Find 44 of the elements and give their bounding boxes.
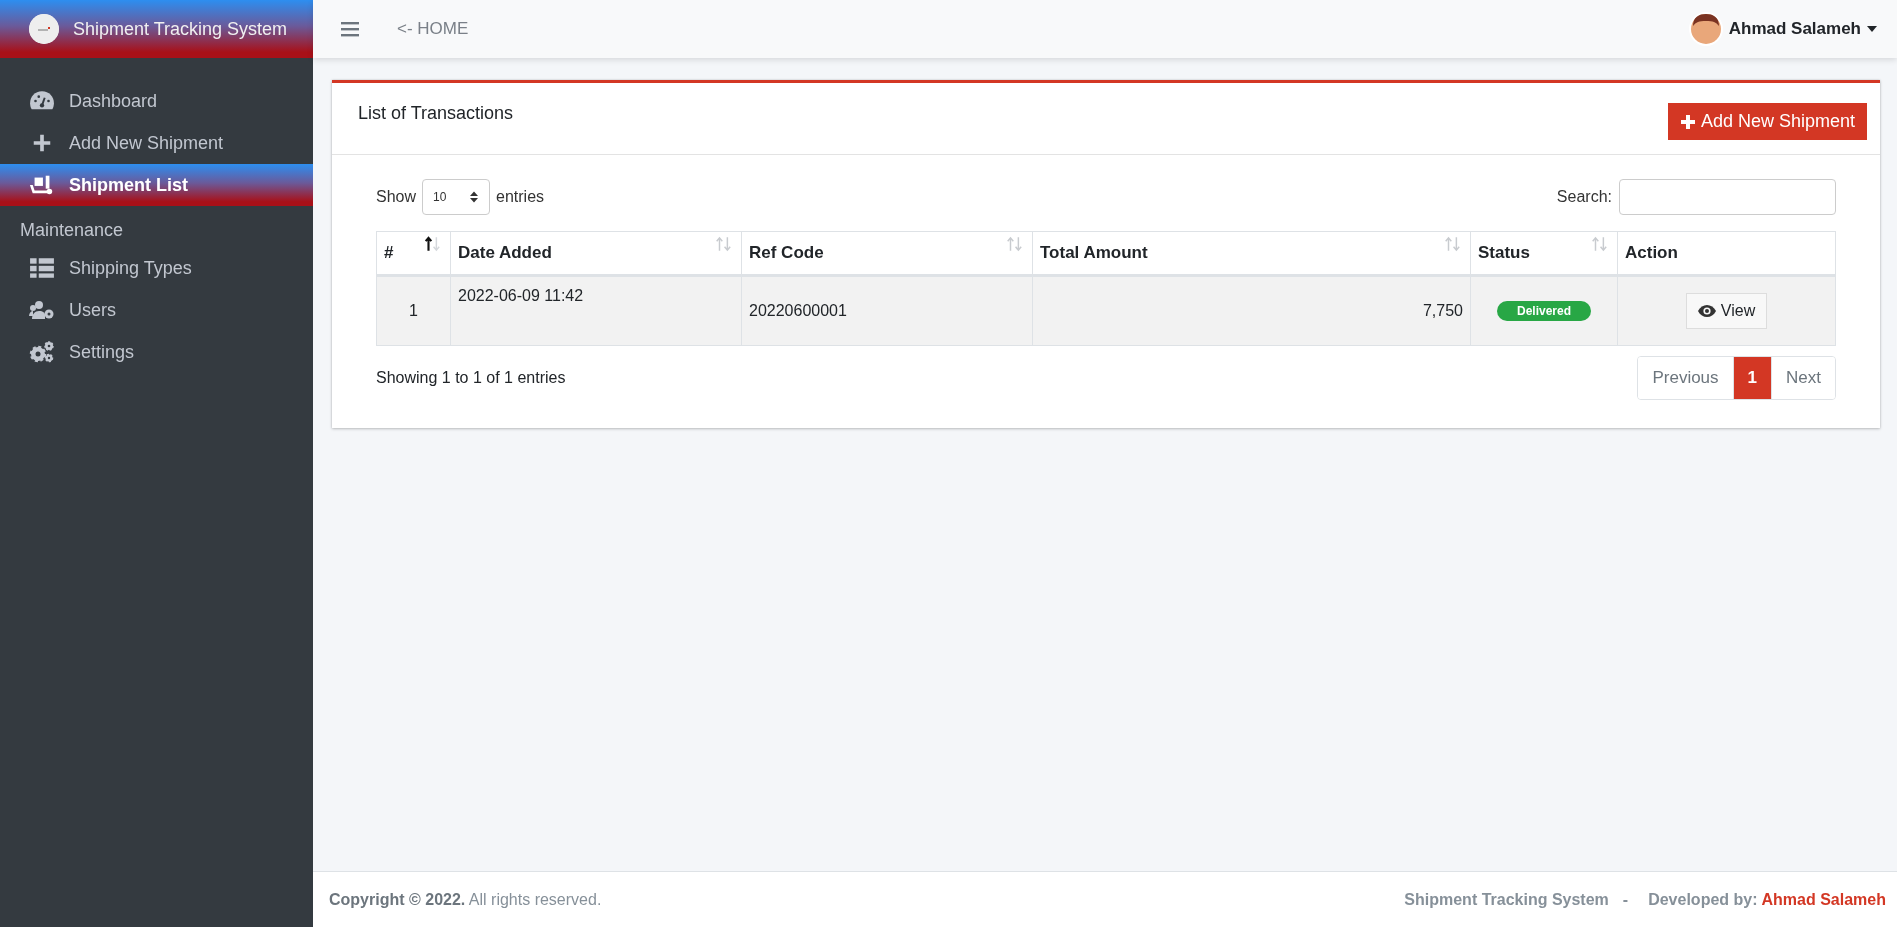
table-cell: 20220600001 — [741, 275, 1033, 346]
sidebar-item[interactable]: Dashboard — [0, 80, 313, 122]
sort-icon[interactable] — [424, 236, 442, 252]
eye-icon — [1697, 305, 1716, 317]
table-icon — [29, 257, 55, 279]
view-button[interactable]: View — [1685, 293, 1768, 329]
caret-icon[interactable] — [1867, 26, 1877, 32]
user-name[interactable]: Ahmad Salameh — [1728, 19, 1861, 39]
show-label: Show — [376, 188, 417, 206]
table-cell: 2022-06-09 11:42 — [450, 275, 742, 346]
add-shipment-button[interactable]: Add New Shipment — [1667, 103, 1867, 140]
separator: - — [1622, 890, 1629, 909]
logo-icon — [29, 14, 59, 44]
dolly-icon — [29, 174, 55, 196]
table-cell: 7,750 — [1032, 275, 1471, 346]
copyright-text: Copyright © 2022. All rights reserved. — [329, 890, 602, 909]
brand-title: Shipment Tracking System — [73, 18, 288, 40]
search-field[interactable] — [1619, 179, 1836, 215]
card-title: List of Transactions — [358, 103, 514, 124]
gears-icon — [29, 341, 55, 363]
developer-name: Ahmad Salameh — [1761, 890, 1886, 909]
sort-caret-icon — [469, 190, 480, 204]
status-badge: Delivered — [1497, 301, 1591, 321]
system-name: Shipment Tracking System — [1404, 890, 1609, 909]
developed-label: Developed by: — [1648, 890, 1758, 909]
sidebar-item[interactable]: Shipping Types — [0, 247, 313, 289]
table-cell: 1 — [376, 275, 451, 346]
home-link[interactable]: <- HOME — [397, 19, 469, 39]
menu-icon[interactable] — [341, 21, 359, 37]
avatar-icon[interactable] — [1688, 12, 1723, 46]
page-size-select[interactable]: 10 — [422, 179, 491, 215]
entries-info: Showing 1 to 1 of 1 entries — [376, 369, 566, 387]
sidebar-item[interactable]: Settings — [0, 331, 313, 373]
users-cog-icon — [29, 299, 55, 321]
gauge-icon — [29, 90, 55, 112]
entries-label: entries — [496, 188, 545, 206]
plus-icon — [1679, 113, 1696, 130]
sidebar-item[interactable]: Add New Shipment — [0, 122, 313, 164]
sidebar-item[interactable]: Shipment List — [0, 164, 313, 206]
pagination-button[interactable]: 1 — [1732, 357, 1772, 399]
sidebar-item[interactable]: Users — [0, 289, 313, 331]
search-label: Search: — [1556, 188, 1612, 206]
sidebar-heading: Maintenance — [19, 219, 125, 242]
pagination-button[interactable]: Next — [1771, 357, 1835, 399]
